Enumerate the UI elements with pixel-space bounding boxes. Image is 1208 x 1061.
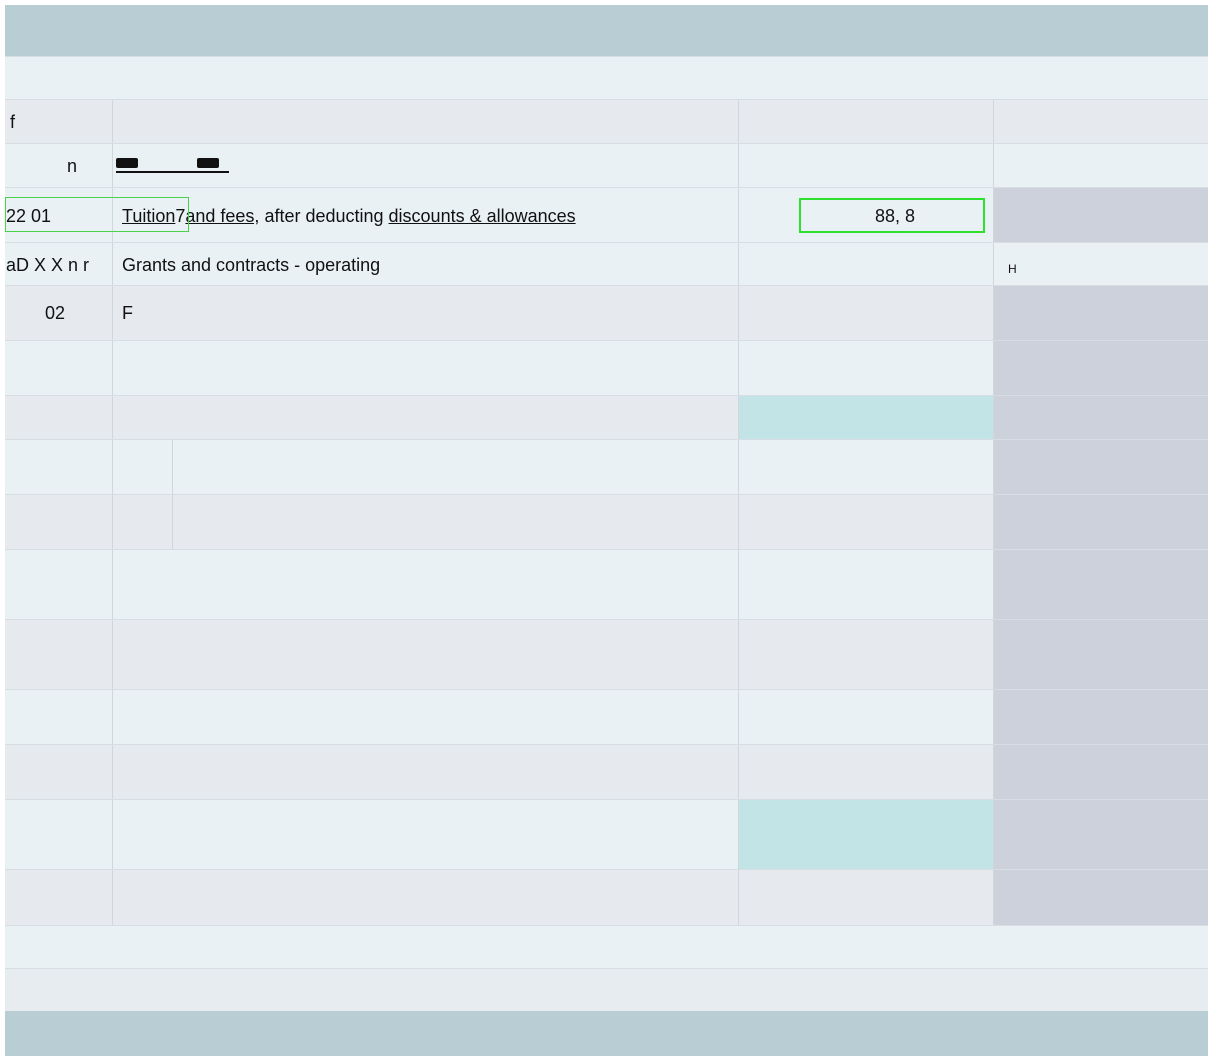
row-marker: H — [1008, 262, 1017, 276]
fees-link[interactable]: and fees, — [185, 206, 259, 226]
table-row-tuition: 22 01 Tuition7and fees, after deducting … — [5, 187, 1208, 242]
table-row — [5, 494, 1208, 549]
bottom-header-bar — [5, 1011, 1208, 1056]
form-frame: f n 22 01 Tuition7and fees, after deduct… — [5, 5, 1208, 1056]
amount-input[interactable]: 88, 8 — [799, 198, 985, 233]
table-row: 02 F — [5, 285, 1208, 340]
discounts-link[interactable]: discounts & allowances — [389, 206, 576, 226]
table-row-grants: aD X X n r Grants and contracts - operat… — [5, 242, 1208, 285]
row-line-label: f — [10, 112, 16, 132]
row-description: after deducting — [259, 206, 389, 226]
row-line-label: n — [67, 156, 78, 176]
table-row — [5, 799, 1208, 869]
line-number: aD X X n r — [6, 255, 90, 275]
top-header-bar — [5, 5, 1208, 56]
table-row — [5, 549, 1208, 619]
line-number: 02 — [45, 303, 66, 323]
table-row — [5, 744, 1208, 799]
line-highlight-box — [5, 197, 189, 232]
table-row — [5, 869, 1208, 925]
table-row — [5, 340, 1208, 395]
table-row: f — [5, 99, 1208, 143]
amount-value: 88, 8 — [875, 206, 916, 226]
table-row — [5, 689, 1208, 744]
footer-row — [5, 925, 1208, 968]
table-row — [5, 439, 1208, 494]
redacted-mark — [116, 158, 138, 168]
redacted-mark — [197, 158, 219, 168]
row-description: F — [122, 303, 133, 323]
row-description: Grants and contracts - operating — [122, 255, 381, 275]
table-row: n — [5, 143, 1208, 187]
table-row — [5, 395, 1208, 439]
footer-row — [5, 968, 1208, 1011]
input-cell[interactable] — [739, 800, 994, 869]
underline-rule — [116, 171, 229, 173]
title-row — [5, 56, 1208, 99]
table-row — [5, 619, 1208, 689]
input-cell[interactable] — [739, 396, 994, 439]
